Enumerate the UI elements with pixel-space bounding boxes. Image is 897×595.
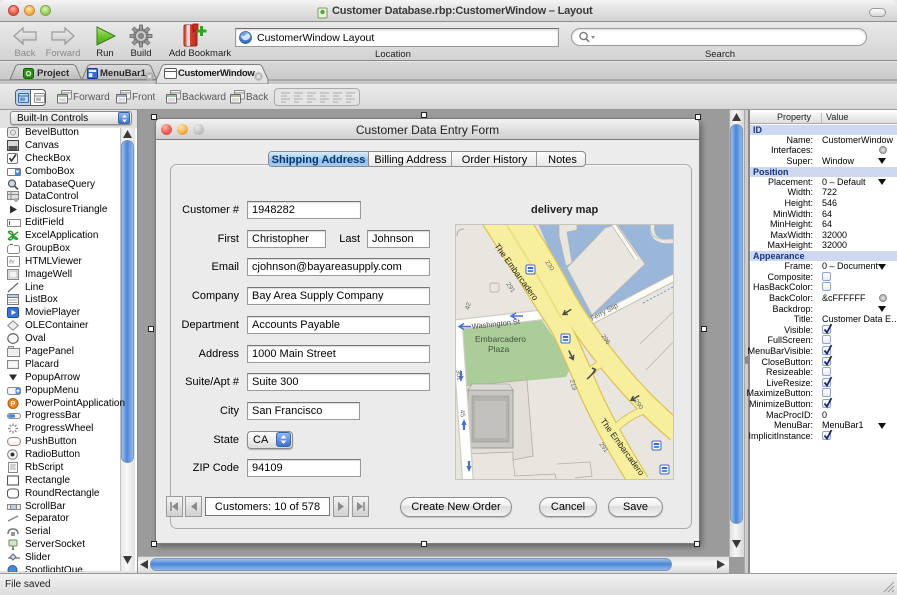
svg-text:Plaza: Plaza bbox=[488, 344, 510, 354]
svg-text:301: 301 bbox=[455, 369, 463, 381]
svg-text:/h/: /h/ bbox=[9, 259, 15, 265]
svg-text:45: 45 bbox=[458, 409, 466, 418]
svg-text:P: P bbox=[11, 401, 16, 408]
svg-text:Embarcadero: Embarcadero bbox=[475, 334, 526, 344]
